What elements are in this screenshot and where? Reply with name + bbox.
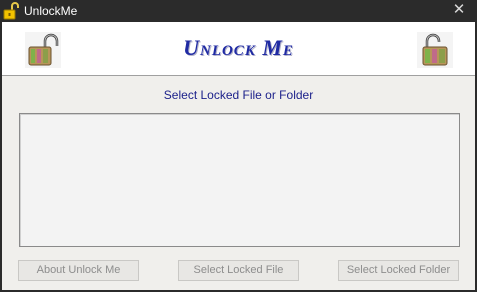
about-button[interactable]: About Unlock Me	[18, 260, 139, 281]
padlock-open-icon	[417, 32, 453, 68]
window-title: UnlockMe	[24, 4, 78, 18]
locked-items-list[interactable]	[19, 113, 460, 247]
title-bar[interactable]: UnlockMe ✕	[0, 0, 477, 22]
client-area: Unlock Me Select Locked File or Folder A…	[2, 22, 475, 290]
padlock-open-icon	[3, 2, 19, 20]
header-banner: Unlock Me	[2, 22, 475, 76]
app-title: Unlock Me	[183, 35, 294, 60]
select-folder-button[interactable]: Select Locked Folder	[338, 260, 459, 281]
select-file-button[interactable]: Select Locked File	[178, 260, 299, 281]
close-button[interactable]: ✕	[441, 0, 477, 20]
app-window: UnlockMe ✕ Unlock Me Select Locked File …	[0, 0, 477, 292]
select-prompt: Select Locked File or Folder	[163, 88, 314, 102]
